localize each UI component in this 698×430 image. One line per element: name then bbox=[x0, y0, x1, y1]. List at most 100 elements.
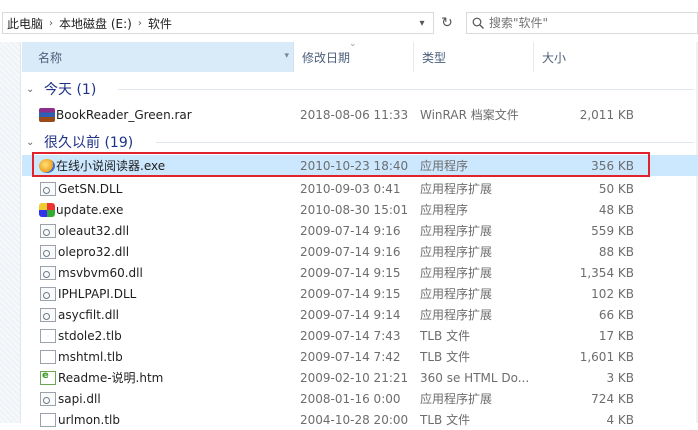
chevron-right-icon[interactable]: › bbox=[47, 18, 55, 29]
file-size: 48 KB bbox=[598, 202, 634, 217]
file-name: mshtml.tlb bbox=[58, 349, 123, 364]
file-name: GetSN.DLL bbox=[58, 181, 123, 196]
table-row[interactable]: asycfilt.dll 2009-07-14 9:14 应用程序扩展 66 K… bbox=[22, 304, 698, 325]
file-type: 应用程序扩展 bbox=[420, 308, 493, 322]
file-name: update.exe bbox=[56, 202, 124, 217]
dll-file-icon bbox=[40, 307, 56, 322]
file-name: BookReader_Green.rar bbox=[56, 107, 192, 122]
file-size: 559 KB bbox=[591, 223, 634, 238]
file-icon bbox=[40, 349, 56, 364]
column-header-size[interactable]: 大小 bbox=[534, 42, 698, 72]
search-input[interactable] bbox=[489, 16, 689, 30]
file-size: 4 KB bbox=[606, 412, 634, 427]
dll-file-icon bbox=[40, 286, 56, 301]
group-header-long-ago[interactable]: ⌄ 很久以前 (19) bbox=[22, 131, 133, 153]
navigation-bar: 此电脑 › 本地磁盘 (E:) › 软件 ▾ ↻ bbox=[0, 0, 698, 42]
file-date: 2009-07-14 9:15 bbox=[300, 286, 401, 301]
table-row[interactable]: mshtml.tlb 2009-07-14 7:42 TLB 文件 1,601 … bbox=[22, 346, 698, 367]
file-date: 2009-07-14 9:14 bbox=[300, 307, 401, 322]
file-size: 66 KB bbox=[598, 307, 634, 322]
file-date: 2009-07-14 9:16 bbox=[300, 223, 401, 238]
table-row-selected[interactable]: 在线小说阅读器.exe 2010-10-23 18:40 应用程序 356 KB bbox=[22, 155, 698, 176]
file-name: olepro32.dll bbox=[58, 244, 130, 259]
chevron-down-icon[interactable]: ⌄ bbox=[26, 137, 40, 148]
file-type: TLB 文件 bbox=[420, 413, 471, 427]
sort-arrow-icon: ⌄ bbox=[349, 39, 357, 49]
file-date: 2008-01-16 0:00 bbox=[300, 391, 401, 406]
file-date: 2010-10-23 18:40 bbox=[300, 158, 409, 173]
breadcrumb-drive-e[interactable]: 本地磁盘 (E:) bbox=[55, 15, 136, 32]
update-app-icon bbox=[39, 202, 55, 217]
file-type: 应用程序扩展 bbox=[420, 392, 493, 406]
file-date: 2010-09-03 0:41 bbox=[300, 181, 401, 196]
column-header-name-label: 名称 bbox=[38, 50, 63, 65]
address-bar[interactable]: 此电脑 › 本地磁盘 (E:) › 软件 ▾ bbox=[2, 12, 434, 34]
file-date: 2009-02-10 21:21 bbox=[300, 370, 409, 385]
refresh-icon[interactable]: ↻ bbox=[436, 12, 458, 34]
file-type: TLB 文件 bbox=[420, 350, 471, 364]
column-header-name[interactable]: 名称 ▾ bbox=[22, 42, 294, 72]
file-type: 应用程序扩展 bbox=[420, 266, 493, 280]
chevron-down-icon[interactable]: ▾ bbox=[284, 51, 289, 61]
group-divider bbox=[156, 142, 694, 143]
table-row[interactable]: stdole2.tlb 2009-07-14 7:43 TLB 文件 17 KB bbox=[22, 325, 698, 346]
file-icon bbox=[40, 412, 56, 427]
file-type: 应用程序扩展 bbox=[420, 245, 493, 259]
navigation-pane-edge[interactable] bbox=[0, 42, 21, 423]
winrar-archive-icon bbox=[39, 107, 55, 122]
file-name: urlmon.tlb bbox=[58, 412, 120, 427]
column-header-type-label: 类型 bbox=[422, 50, 447, 65]
column-header-size-label: 大小 bbox=[542, 50, 567, 65]
breadcrumb-software[interactable]: 软件 bbox=[144, 15, 176, 32]
file-date: 2018-08-06 11:33 bbox=[300, 107, 409, 122]
file-size: 1,354 KB bbox=[579, 265, 634, 280]
file-size: 50 KB bbox=[598, 181, 634, 196]
table-row[interactable]: olepro32.dll 2009-07-14 9:16 应用程序扩展 88 K… bbox=[22, 241, 698, 262]
file-date: 2009-07-14 9:15 bbox=[300, 265, 401, 280]
table-row[interactable]: BookReader_Green.rar 2018-08-06 11:33 Wi… bbox=[22, 104, 698, 125]
chevron-down-icon[interactable]: ⌄ bbox=[26, 84, 40, 95]
dll-file-icon bbox=[40, 223, 56, 238]
file-size: 1,601 KB bbox=[579, 349, 634, 364]
file-size: 3 KB bbox=[606, 370, 634, 385]
file-type: 360 se HTML Do... bbox=[420, 370, 530, 385]
application-icon bbox=[39, 158, 55, 173]
table-row[interactable]: urlmon.tlb 2004-10-28 20:00 TLB 文件 4 KB bbox=[22, 409, 698, 430]
table-row[interactable]: IPHLPAPI.DLL 2009-07-14 9:15 应用程序扩展 102 … bbox=[22, 283, 698, 304]
file-date: 2009-07-14 7:42 bbox=[300, 349, 401, 364]
dll-file-icon bbox=[40, 244, 56, 259]
column-header-date-label: 修改日期 bbox=[302, 50, 351, 65]
column-header-type[interactable]: 类型 bbox=[414, 42, 534, 72]
group-label: 今天 (1) bbox=[44, 82, 97, 98]
table-row[interactable]: GetSN.DLL 2010-09-03 0:41 应用程序扩展 50 KB bbox=[22, 178, 698, 199]
group-label: 很久以前 (19) bbox=[44, 135, 134, 151]
html-file-icon bbox=[40, 370, 56, 385]
file-type: 应用程序 bbox=[420, 159, 469, 173]
file-icon bbox=[40, 328, 56, 343]
group-header-today[interactable]: ⌄ 今天 (1) bbox=[22, 78, 96, 100]
table-row[interactable]: sapi.dll 2008-01-16 0:00 应用程序扩展 724 KB bbox=[22, 388, 698, 409]
file-name: sapi.dll bbox=[58, 391, 101, 406]
chevron-right-icon[interactable]: › bbox=[136, 18, 144, 29]
file-size: 102 KB bbox=[591, 286, 634, 301]
chevron-down-icon[interactable]: ▾ bbox=[411, 13, 433, 33]
file-type: WinRAR 档案文件 bbox=[420, 108, 519, 122]
file-type: 应用程序扩展 bbox=[420, 182, 493, 196]
table-row[interactable]: oleaut32.dll 2009-07-14 9:16 应用程序扩展 559 … bbox=[22, 220, 698, 241]
table-row[interactable]: msvbvm60.dll 2009-07-14 9:15 应用程序扩展 1,35… bbox=[22, 262, 698, 283]
file-size: 88 KB bbox=[598, 244, 634, 259]
file-type: 应用程序扩展 bbox=[420, 287, 493, 301]
file-date: 2004-10-28 20:00 bbox=[300, 412, 409, 427]
table-row[interactable]: Readme-说明.htm 2009-02-10 21:21 360 se HT… bbox=[22, 367, 698, 388]
file-date: 2010-08-30 15:01 bbox=[300, 202, 409, 217]
search-box[interactable] bbox=[466, 12, 698, 34]
file-type: 应用程序扩展 bbox=[420, 224, 493, 238]
dll-file-icon bbox=[40, 391, 56, 406]
dll-file-icon bbox=[40, 181, 56, 196]
breadcrumb-this-pc[interactable]: 此电脑 bbox=[3, 15, 47, 32]
table-row[interactable]: update.exe 2010-08-30 15:01 应用程序 48 KB bbox=[22, 199, 698, 220]
file-name: msvbvm60.dll bbox=[58, 265, 143, 280]
search-icon bbox=[467, 17, 489, 29]
file-date: 2009-07-14 9:16 bbox=[300, 244, 401, 259]
file-size: 2,011 KB bbox=[579, 107, 634, 122]
